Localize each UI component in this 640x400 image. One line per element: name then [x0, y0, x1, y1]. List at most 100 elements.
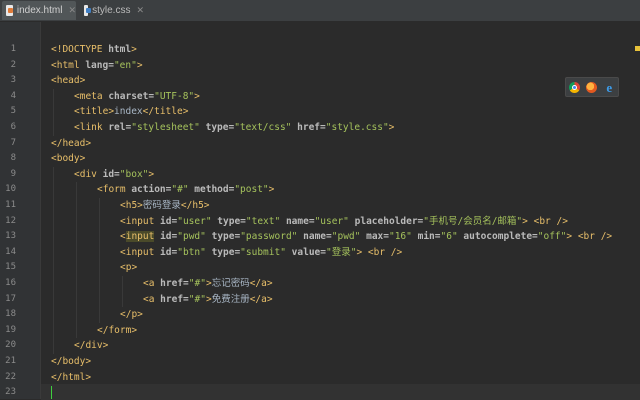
code-token-tag: </a>	[249, 278, 273, 289]
close-icon[interactable]: ✕	[68, 5, 76, 16]
code-line[interactable]: <input id="btn" type="submit" value="登录"…	[120, 245, 402, 260]
inspection-status-marker[interactable]	[635, 46, 640, 51]
code-line[interactable]: <input id="pwd" type="password" name="pw…	[120, 229, 612, 244]
line-number: 23	[5, 387, 16, 398]
ie-icon[interactable]: e	[604, 81, 615, 94]
code-token-tag: </h5>	[180, 200, 210, 211]
code-token-attr: action=	[131, 184, 172, 196]
code-token-val: "#"	[171, 184, 189, 196]
tab-label: style.css	[92, 5, 131, 16]
line-number: 14	[5, 246, 16, 257]
code-token-attr: id=	[160, 246, 178, 258]
code-token-val: "submit"	[240, 246, 286, 258]
current-line-highlight	[41, 384, 640, 400]
code-token-tag: >	[388, 122, 395, 133]
code-token-tag: <div	[74, 168, 103, 180]
code-line[interactable]: <link rel="stylesheet" type="text/css" h…	[74, 120, 394, 135]
code-token-tag: <meta	[74, 90, 109, 102]
line-number: 16	[5, 278, 16, 288]
code-line[interactable]: <a href="#">忘记密码</a>	[143, 276, 273, 291]
code-line[interactable]: <meta charset="UTF-8">	[74, 89, 200, 104]
code-token-tag: </head>	[51, 137, 92, 149]
firefox-icon[interactable]	[586, 81, 598, 93]
line-number: 22	[5, 371, 16, 382]
text-caret	[51, 386, 52, 400]
code-token-attr: max=	[366, 231, 389, 243]
code-token-attr: charset=	[108, 90, 155, 102]
code-line[interactable]: <a href="#">免费注册</a>	[143, 292, 273, 307]
code-token-attr: autocomplete=	[463, 231, 538, 243]
code-editor[interactable]: 1 2 3 4 5 6 7 8 9 10 11 12 13 14 15 16 17 18 19 20 21 22 23 <!…	[0, 22, 640, 400]
code-line[interactable]: </div>	[74, 338, 108, 353]
code-token-text: index	[114, 106, 143, 118]
code-line[interactable]: </form>	[97, 323, 137, 338]
code-token-doctype: <!DOCTYPE	[51, 44, 109, 55]
line-number-gutter: 1 2 3 4 5 6 7 8 9 10 11 12 13 14 15 16 17 18 19 20 21 22 23	[0, 22, 41, 399]
code-line[interactable]: <h5>密码登录</h5>	[120, 198, 210, 213]
code-token-tag: >	[136, 59, 143, 71]
css-file-icon	[84, 5, 92, 16]
code-token-val: "登录"	[326, 246, 357, 258]
code-token-tag: <head>	[51, 75, 86, 87]
code-line[interactable]: <head>	[51, 73, 85, 88]
code-token-val: "user"	[177, 215, 212, 227]
code-line[interactable]: <form action="#" method="post">	[97, 182, 274, 197]
code-token-attr: href=	[160, 293, 189, 305]
code-token-val: "password"	[240, 231, 298, 243]
code-token-val: "手机号/会员名/邮箱"	[423, 215, 523, 227]
line-number: 11	[5, 200, 16, 210]
code-line[interactable]: </head>	[51, 136, 91, 151]
code-token-val: "style.css"	[325, 122, 389, 133]
code-line[interactable]: </html>	[51, 370, 91, 385]
code-token-tag: </form>	[97, 324, 138, 336]
code-line[interactable]: <!DOCTYPE html>	[51, 42, 137, 57]
code-token-attr: placeholder=	[354, 215, 424, 227]
code-token-attr: name=	[303, 231, 332, 243]
line-number: 3	[10, 75, 16, 86]
code-token-attr: type=	[205, 122, 235, 133]
tab-style-css[interactable]: style.css ✕	[80, 1, 144, 20]
line-number: 17	[5, 293, 16, 304]
indent-guide	[53, 166, 54, 354]
code-line[interactable]: <p>	[120, 260, 137, 275]
code-token-val: "pwd"	[177, 231, 206, 243]
code-line[interactable]: <div id="box">	[74, 167, 154, 182]
code-token-attr: type=	[211, 246, 241, 258]
code-line[interactable]: <title>index</title>	[74, 104, 188, 119]
code-token-attr: rel=	[108, 122, 132, 133]
code-token-tag: >	[148, 168, 155, 180]
browser-preview-bar: e	[565, 77, 619, 97]
code-token-attr: id=	[160, 231, 178, 243]
code-token-attr: type=	[211, 231, 241, 243]
code-token-val: "en"	[113, 59, 137, 71]
close-icon[interactable]: ✕	[136, 5, 144, 16]
code-line[interactable]: <input id="user" type="text" name="user"…	[120, 214, 568, 229]
tab-index-html[interactable]: index.html ✕	[2, 1, 76, 20]
code-token-val: "#"	[188, 293, 206, 305]
code-token-val: "pwd"	[331, 231, 361, 243]
code-token-attr: html	[108, 44, 132, 55]
code-line[interactable]: </p>	[120, 307, 143, 322]
line-number: 20	[5, 340, 16, 351]
indent-guide	[76, 182, 77, 339]
code-line[interactable]: </body>	[51, 354, 91, 369]
code-token-val: "stylesheet"	[131, 122, 200, 133]
code-token-tag: </p>	[120, 309, 143, 321]
code-token-tag: </body>	[51, 356, 92, 367]
code-token-tag: <link	[74, 122, 109, 133]
code-token-tag: <input	[120, 246, 161, 258]
code-token-val: "#"	[188, 278, 206, 289]
line-number: 10	[5, 184, 16, 195]
code-token-tag: <title>	[74, 106, 115, 118]
chrome-icon[interactable]	[569, 81, 581, 93]
code-token-attr: value=	[291, 246, 326, 258]
code-token-attr: id=	[102, 168, 120, 180]
code-token-val: "box"	[119, 168, 149, 180]
code-token-attr: href=	[297, 122, 326, 133]
line-number: 7	[10, 137, 16, 148]
code-token-tag: >	[268, 184, 275, 196]
code-line[interactable]: <html lang="en">	[51, 58, 143, 73]
code-line[interactable]: <body>	[51, 151, 85, 166]
line-number: 4	[10, 90, 16, 101]
code-token-tag: <html	[51, 59, 86, 71]
